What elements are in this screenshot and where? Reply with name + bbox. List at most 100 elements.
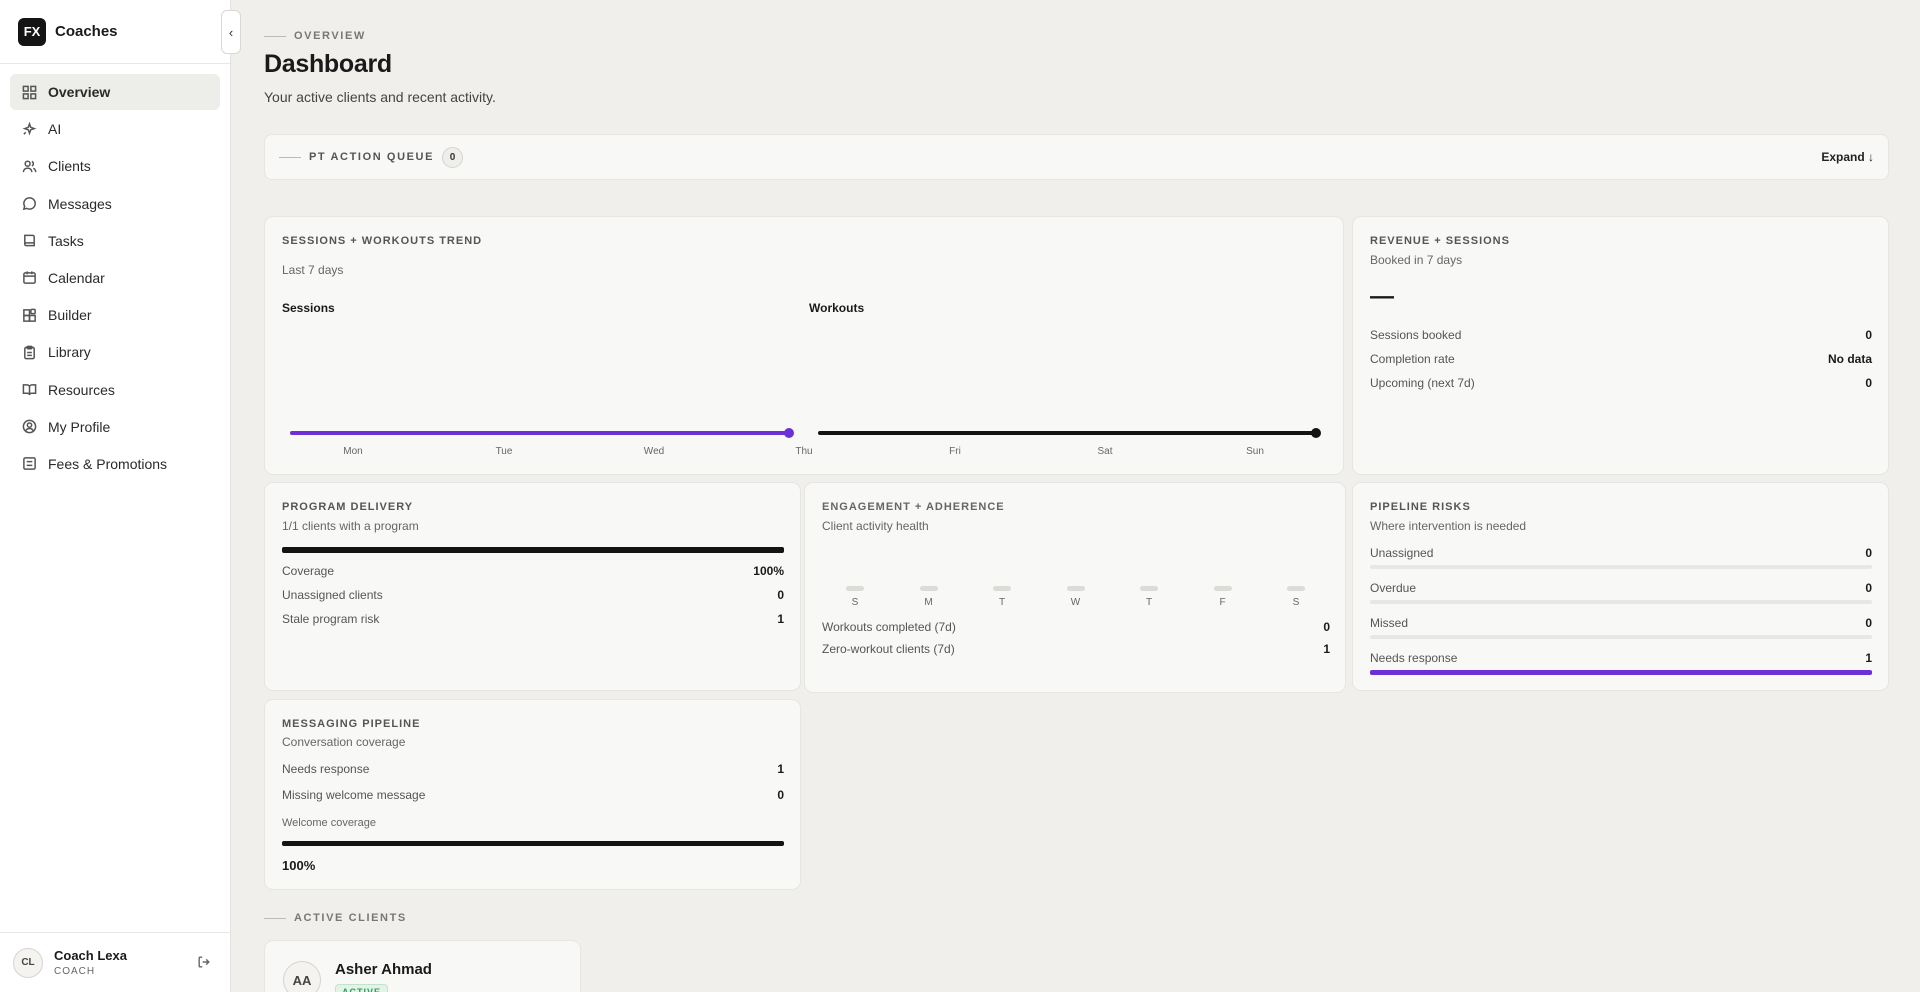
status-badge: ACTIVE bbox=[335, 984, 389, 992]
sparkles-icon bbox=[21, 121, 37, 137]
stat-row: Upcoming (next 7d) 0 bbox=[1370, 376, 1872, 390]
stat-row: Stale program risk 1 bbox=[282, 612, 784, 626]
sidebar-item-label: Resources bbox=[48, 381, 115, 398]
blocks-icon bbox=[21, 307, 37, 323]
card-subtitle: Client activity health bbox=[822, 519, 929, 533]
x-tick: Thu bbox=[795, 446, 813, 457]
risk-row: Missed 0 bbox=[1370, 616, 1872, 630]
engagement-day-label: T bbox=[998, 597, 1006, 608]
card-title: REVENUE + SESSIONS bbox=[1370, 235, 1510, 247]
collapse-sidebar-button[interactable]: ‹ bbox=[221, 10, 241, 54]
messaging-card: MESSAGING PIPELINE Conversation coverage… bbox=[264, 699, 801, 890]
page-subtitle: Your active clients and recent activity. bbox=[264, 89, 496, 105]
book-icon bbox=[21, 233, 37, 249]
brand-name: Coaches bbox=[55, 23, 118, 40]
sidebar-item-overview[interactable]: Overview bbox=[10, 74, 220, 110]
sidebar-item-messages[interactable]: Messages bbox=[10, 186, 220, 222]
clipboard-icon bbox=[21, 344, 37, 360]
engagement-bar bbox=[993, 586, 1011, 591]
workouts-point bbox=[1311, 428, 1321, 438]
user-profile[interactable]: CL Coach Lexa COACH bbox=[0, 932, 230, 992]
risk-row: Overdue 0 bbox=[1370, 581, 1872, 595]
book-open-icon bbox=[21, 382, 37, 398]
grid-icon bbox=[21, 84, 37, 100]
sidebar-item-label: AI bbox=[48, 121, 62, 138]
client-avatar: AA bbox=[283, 961, 321, 992]
expand-button[interactable]: Expand ↓ bbox=[1821, 150, 1874, 164]
users-icon bbox=[21, 158, 37, 174]
card-subtitle: Booked in 7 days bbox=[1370, 253, 1463, 267]
user-name: Coach Lexa bbox=[54, 948, 127, 963]
stat-row: Coverage 100% bbox=[282, 564, 784, 578]
risk-bar bbox=[1370, 635, 1872, 639]
engagement-bar bbox=[846, 586, 864, 591]
sidebar-item-tasks[interactable]: Tasks bbox=[10, 223, 220, 259]
program-card: PROGRAM DELIVERY 1/1 clients with a prog… bbox=[264, 482, 801, 691]
engagement-day-label: W bbox=[1070, 597, 1081, 608]
page-eyebrow: OVERVIEW bbox=[264, 30, 366, 42]
trend-card: SESSIONS + WORKOUTS TREND Last 7 days Se… bbox=[264, 216, 1344, 475]
sessions-point bbox=[784, 428, 794, 438]
card-title: PROGRAM DELIVERY bbox=[282, 501, 414, 513]
brand-logo: FX bbox=[18, 17, 46, 46]
avatar: CL bbox=[13, 947, 43, 978]
x-tick: Sun bbox=[1246, 446, 1264, 457]
sidebar-item-label: Overview bbox=[48, 84, 111, 100]
stat-row: Sessions booked 0 bbox=[1370, 328, 1872, 342]
sidebar-item-label: Builder bbox=[48, 307, 92, 324]
sidebar: FX Coaches Overview AI Clients Messages … bbox=[0, 0, 231, 992]
action-queue-count: 0 bbox=[442, 146, 464, 168]
card-title: PIPELINE RISKS bbox=[1370, 501, 1471, 513]
x-tick: Sat bbox=[1097, 446, 1113, 457]
brand[interactable]: FX Coaches bbox=[0, 0, 230, 64]
trend-chart bbox=[290, 428, 1321, 438]
sidebar-item-library[interactable]: Library bbox=[10, 334, 220, 370]
program-progress bbox=[282, 547, 784, 553]
engagement-day-label: S bbox=[851, 597, 859, 608]
sidebar-item-label: Messages bbox=[48, 195, 112, 212]
page-title: Dashboard bbox=[264, 50, 392, 78]
card-title: MESSAGING PIPELINE bbox=[282, 718, 421, 730]
card-subtitle: 1/1 clients with a program bbox=[282, 519, 419, 533]
user-circle-icon bbox=[21, 419, 37, 435]
coverage-progress bbox=[282, 841, 784, 846]
action-queue-label: PT ACTION QUEUE bbox=[309, 151, 435, 163]
sidebar-item-label: Calendar bbox=[48, 269, 105, 286]
sidebar-item-resources[interactable]: Resources bbox=[10, 372, 220, 408]
sidebar-item-label: My Profile bbox=[48, 418, 111, 435]
stat-row: Unassigned clients 0 bbox=[282, 588, 784, 602]
engagement-bar bbox=[1213, 586, 1232, 591]
stat-row: Workouts completed (7d) 0 bbox=[822, 620, 1330, 634]
engagement-bar bbox=[1140, 586, 1158, 591]
sidebar-item-fees-promotions[interactable]: Fees & Promotions bbox=[10, 446, 220, 482]
engagement-day-label: S bbox=[1292, 597, 1300, 608]
engagement-day-label: T bbox=[1145, 597, 1153, 608]
revenue-card: REVENUE + SESSIONS Booked in 7 days — Se… bbox=[1352, 216, 1889, 475]
sidebar-item-ai[interactable]: AI bbox=[10, 111, 220, 147]
revenue-value: — bbox=[1370, 283, 1394, 310]
risk-bar bbox=[1370, 565, 1872, 569]
sidebar-item-calendar[interactable]: Calendar bbox=[10, 260, 220, 296]
stat-row: Needs response 1 bbox=[282, 762, 784, 776]
sidebar-item-label: Clients bbox=[48, 158, 91, 175]
card-title: ENGAGEMENT + ADHERENCE bbox=[822, 501, 1005, 513]
logout-icon[interactable] bbox=[197, 955, 213, 971]
risk-bar bbox=[1370, 670, 1872, 675]
sidebar-item-my-profile[interactable]: My Profile bbox=[10, 409, 220, 445]
sidebar-item-builder[interactable]: Builder bbox=[10, 297, 220, 333]
engagement-bar bbox=[919, 586, 938, 591]
coverage-value: 100% bbox=[282, 858, 316, 873]
risk-bar bbox=[1370, 600, 1872, 604]
engagement-day-label: M bbox=[924, 597, 933, 608]
engagement-bar bbox=[1287, 586, 1305, 591]
client-card[interactable]: AA Asher Ahmad ACTIVE bbox=[264, 940, 581, 992]
user-role: COACH bbox=[54, 966, 96, 977]
engagement-bar bbox=[1066, 586, 1085, 591]
risk-row: Unassigned 0 bbox=[1370, 546, 1872, 560]
calendar-icon bbox=[21, 270, 37, 286]
message-icon bbox=[21, 196, 37, 212]
card-subtitle: Where intervention is needed bbox=[1370, 519, 1527, 533]
engagement-day-label: F bbox=[1219, 597, 1226, 608]
sidebar-item-clients[interactable]: Clients bbox=[10, 148, 220, 184]
sidebar-item-label: Fees & Promotions bbox=[48, 455, 168, 472]
